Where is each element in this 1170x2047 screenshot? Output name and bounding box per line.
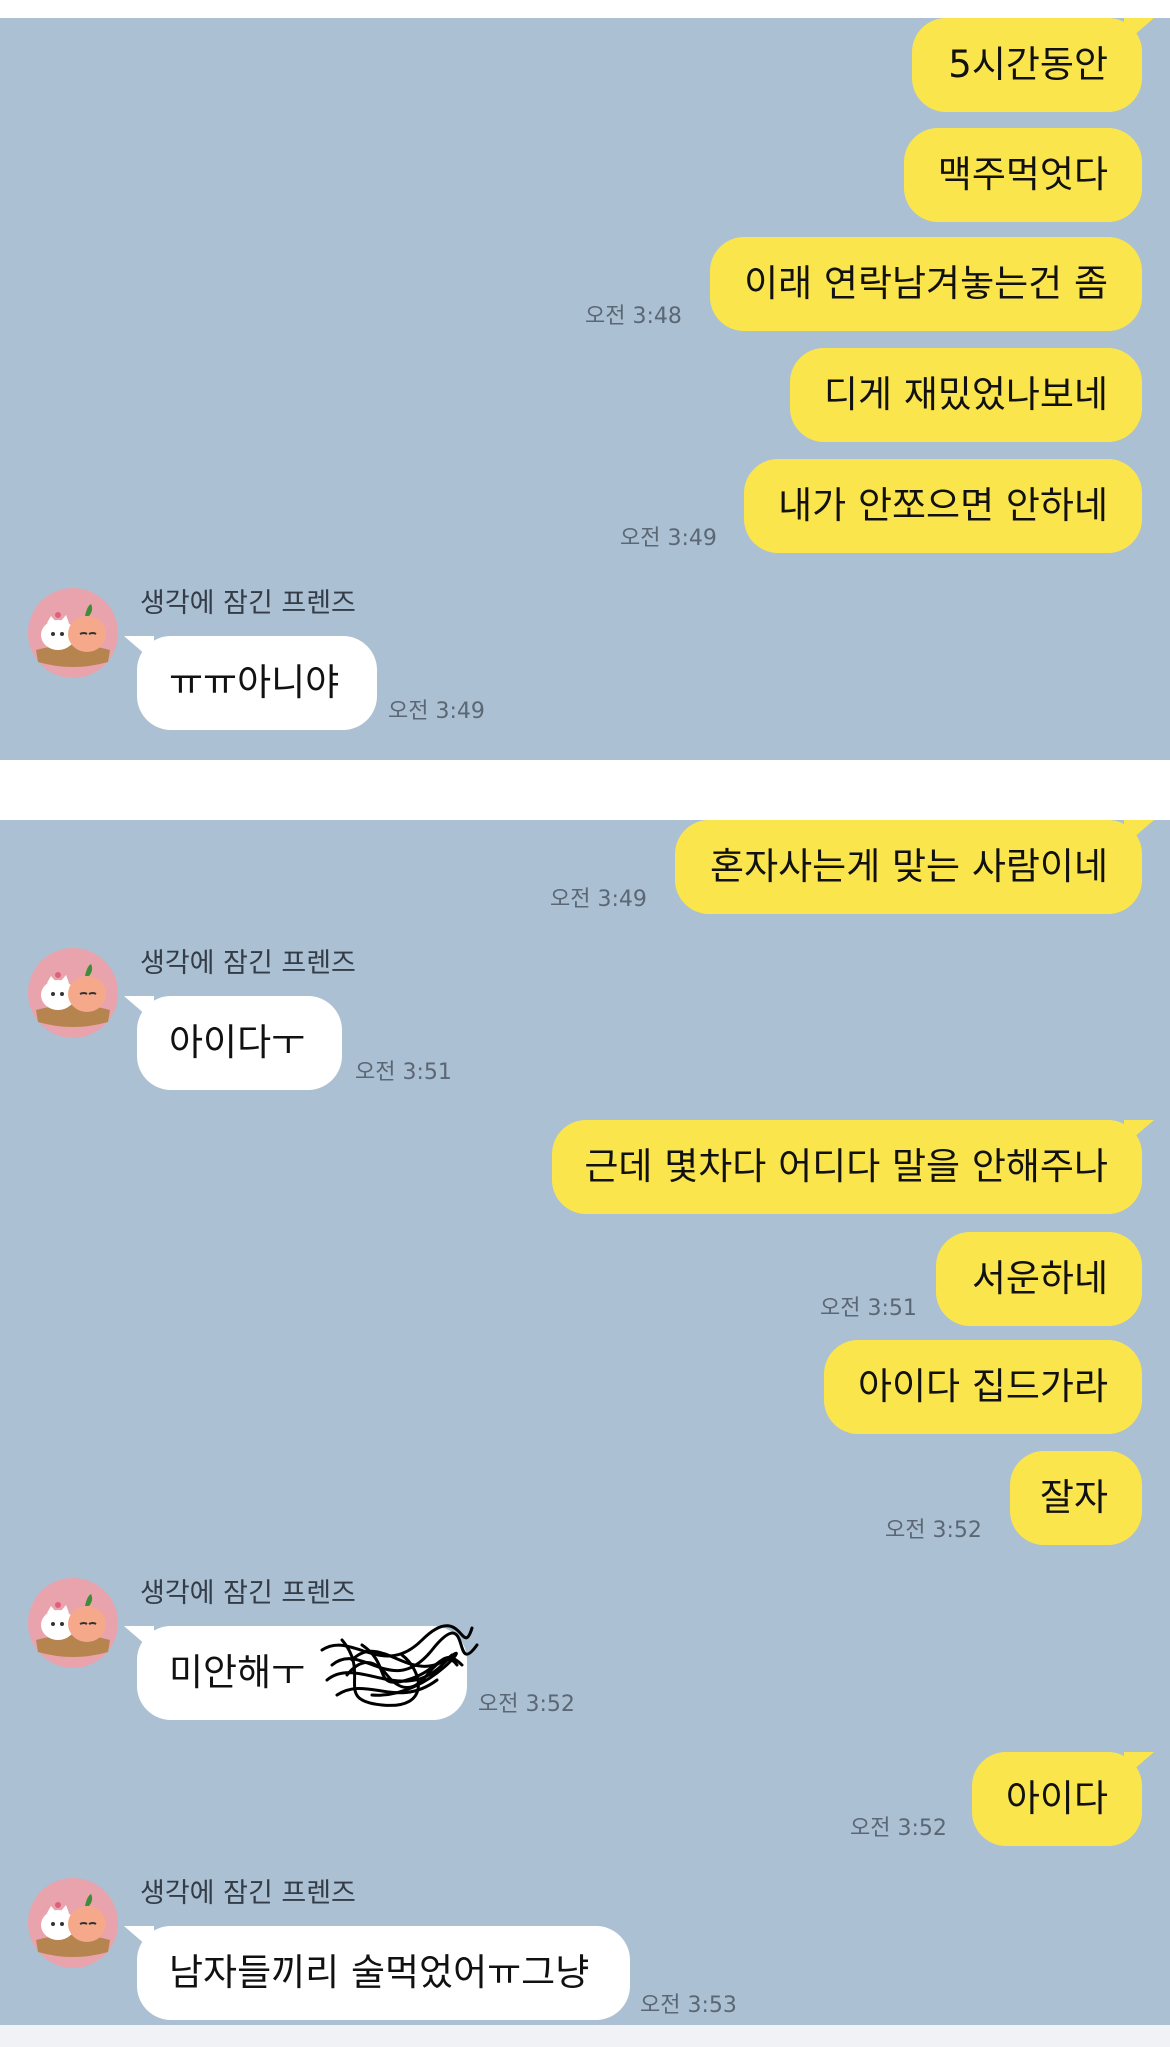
message-bubble-outgoing[interactable]: 5시간동안 <box>912 18 1154 112</box>
sender-name: 생각에 잠긴 프렌즈 <box>140 1578 356 1609</box>
message-bubble-incoming[interactable]: ㅠㅠ아니야 <box>124 636 377 730</box>
message-bubble-outgoing[interactable]: 아이다 집드가라 <box>824 1340 1142 1434</box>
message-bubble-outgoing[interactable]: 잘자 <box>1010 1451 1142 1545</box>
message-timestamp: 오전 3:51 <box>820 1296 917 1321</box>
message-timestamp: 오전 3:49 <box>620 526 717 551</box>
message-timestamp: 오전 3:52 <box>885 1518 982 1543</box>
message-bubble-incoming[interactable]: 남자들끼리 술먹었어ㅠ그냥 <box>124 1926 630 2020</box>
message-timestamp: 오전 3:49 <box>550 887 647 912</box>
message-bubble-outgoing[interactable]: 서운하네 <box>936 1232 1142 1326</box>
friends-character-avatar-icon[interactable] <box>28 588 118 678</box>
friends-character-avatar-icon[interactable] <box>28 948 118 1038</box>
message-bubble-incoming[interactable]: 아이다ㅜ <box>124 996 342 1090</box>
message-bubble-outgoing[interactable]: 디게 재밌었나보네 <box>790 348 1142 442</box>
message-bubble-outgoing[interactable]: 내가 안쪼으면 안하네 <box>744 459 1142 553</box>
friends-character-avatar-icon[interactable] <box>28 1878 118 1968</box>
message-timestamp: 오전 3:49 <box>388 699 485 724</box>
message-timestamp: 오전 3:52 <box>478 1692 575 1717</box>
message-bubble-outgoing[interactable]: 이래 연락남겨놓는건 좀 <box>710 237 1142 331</box>
sender-name: 생각에 잠긴 프렌즈 <box>140 588 356 619</box>
message-bubble-outgoing[interactable]: 근데 몇차다 어디다 말을 안해주나 <box>552 1120 1154 1214</box>
sender-name: 생각에 잠긴 프렌즈 <box>140 1878 356 1909</box>
friends-character-avatar-icon[interactable] <box>28 1578 118 1668</box>
message-bubble-outgoing[interactable]: 아이다 <box>972 1752 1154 1846</box>
message-timestamp: 오전 3:48 <box>585 304 682 329</box>
message-timestamp: 오전 3:51 <box>355 1060 452 1085</box>
scribble-redaction-icon <box>320 1624 479 1707</box>
sender-name: 생각에 잠긴 프렌즈 <box>140 948 356 979</box>
bottom-divider <box>0 2025 1170 2047</box>
message-timestamp: 오전 3:53 <box>640 1993 737 2018</box>
message-bubble-outgoing[interactable]: 맥주먹엇다 <box>904 128 1142 222</box>
message-timestamp: 오전 3:52 <box>850 1816 947 1841</box>
message-bubble-outgoing[interactable]: 혼자사는게 맞는 사람이네 <box>675 820 1154 914</box>
